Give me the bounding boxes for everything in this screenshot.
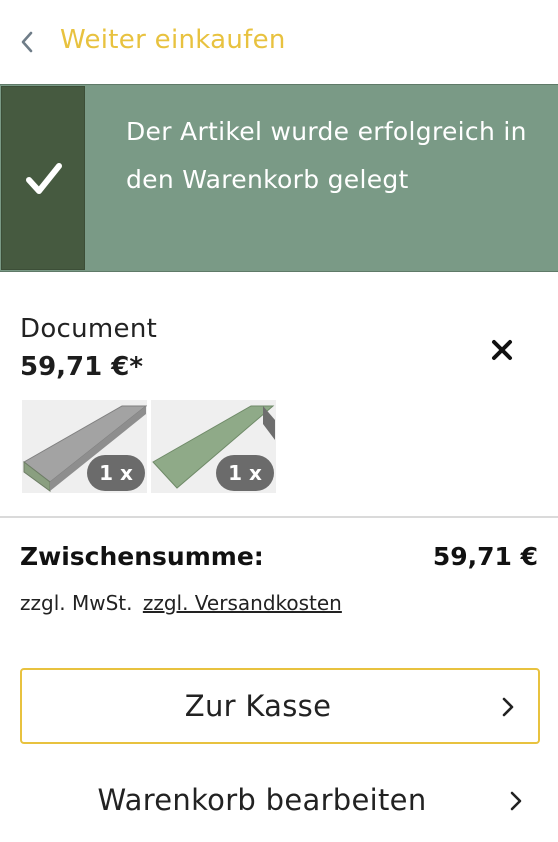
checkout-label[interactable]: Zur Kasse xyxy=(22,670,494,742)
quantity-badge: 1 x xyxy=(87,455,145,491)
chevron-right-icon[interactable] xyxy=(500,696,516,718)
close-icon[interactable] xyxy=(488,336,516,364)
subtotal-label: Zwischensumme: xyxy=(20,542,264,571)
item-price: 59,71 €* xyxy=(20,352,143,382)
item-name: Document xyxy=(20,314,158,344)
subtotal-value: 59,71 € xyxy=(432,542,538,571)
chevron-left-icon[interactable] xyxy=(18,30,36,54)
continue-shopping-label[interactable]: Weiter einkaufen xyxy=(60,25,286,55)
variant-thumbnail-green[interactable]: 1 x xyxy=(151,400,276,493)
tax-note-row: zzgl. MwSt. zzgl. Versandkosten xyxy=(20,591,342,615)
success-check-box xyxy=(1,86,85,270)
tax-note: zzgl. MwSt. xyxy=(20,591,133,615)
shipping-costs-link[interactable]: zzgl. Versandkosten xyxy=(143,591,342,615)
edit-cart-link[interactable]: Warenkorb bearbeiten xyxy=(20,764,540,836)
success-message: Der Artikel wurde erfolgreich in den War… xyxy=(126,117,527,194)
variant-thumbnail-grey[interactable]: 1 x xyxy=(22,400,147,493)
chevron-right-icon[interactable] xyxy=(508,790,524,812)
divider xyxy=(0,516,558,518)
item-variant-thumbnails: 1 x 1 x xyxy=(22,400,276,493)
edit-cart-label[interactable]: Warenkorb bearbeiten xyxy=(20,764,504,836)
checkout-button[interactable]: Zur Kasse xyxy=(20,668,540,744)
remove-item-button[interactable] xyxy=(488,336,516,364)
success-banner: Der Artikel wurde erfolgreich in den War… xyxy=(0,84,558,272)
quantity-badge: 1 x xyxy=(216,455,274,491)
checkmark-icon xyxy=(26,163,62,194)
continue-shopping-link[interactable]: Weiter einkaufen xyxy=(0,0,558,84)
